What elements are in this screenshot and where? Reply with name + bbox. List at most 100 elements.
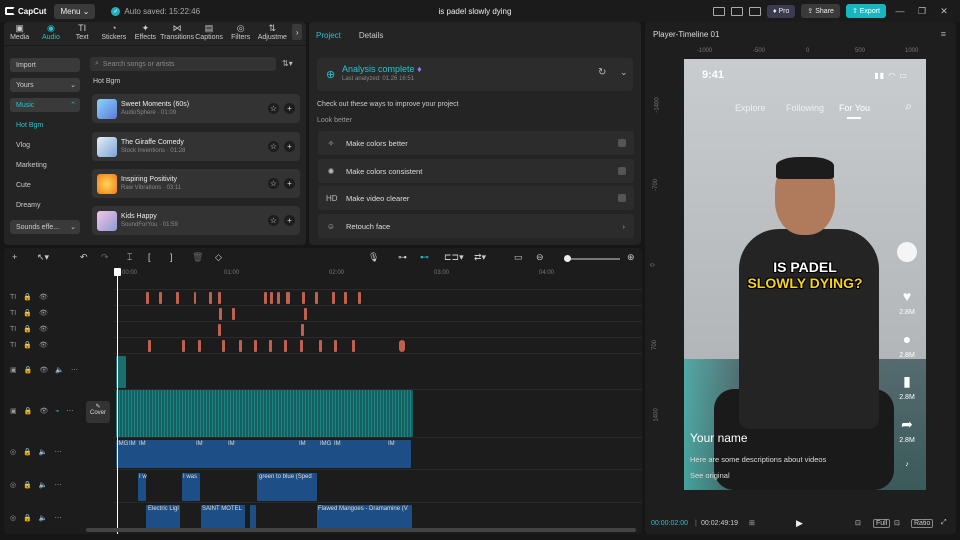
image-clip-group[interactable] xyxy=(116,440,411,468)
list-item[interactable]: Inspiring Positivity Raw Vibrations · 03:… xyxy=(92,169,300,198)
text-clip[interactable] xyxy=(399,340,405,352)
lock-icon[interactable]: 🔒 xyxy=(23,481,32,489)
speaker-icon[interactable]: 🔈 xyxy=(39,448,48,456)
filter-sort-icon[interactable]: ⇅▾ xyxy=(282,59,293,68)
ratio-button[interactable]: Ratio xyxy=(911,518,934,528)
option-make-colors-consistent[interactable]: ✺ Make colors consistent xyxy=(318,159,634,183)
more-icon[interactable]: ⋯ xyxy=(66,407,73,415)
tab-details[interactable]: Details xyxy=(359,31,383,40)
eye-icon[interactable]: 👁 xyxy=(39,325,48,333)
add-icon[interactable]: + xyxy=(284,103,295,114)
list-item[interactable]: The Giraffe Comedy Stock Inventions · 01:… xyxy=(92,132,300,161)
lock-icon[interactable]: 🔒 xyxy=(24,407,33,415)
text-clip[interactable] xyxy=(315,292,318,304)
text-clip[interactable] xyxy=(302,292,305,304)
more-icon[interactable]: ⋯ xyxy=(55,514,62,522)
speaker-icon[interactable]: 🔈 xyxy=(39,481,48,489)
chevron-down-icon[interactable]: ⌄ xyxy=(620,67,628,78)
pro-button[interactable]: ♦ Pro xyxy=(766,4,796,18)
eye-icon[interactable]: 👁 xyxy=(39,293,48,301)
playhead-handle[interactable] xyxy=(114,268,121,276)
auto-snap-icon[interactable]: ⇄▾ xyxy=(474,252,486,263)
text-clip[interactable] xyxy=(146,292,149,304)
tab-project[interactable]: Project xyxy=(316,31,341,40)
text-clip[interactable] xyxy=(284,340,287,352)
video-clip[interactable] xyxy=(116,390,413,437)
favorite-star-icon[interactable]: ☆ xyxy=(268,215,279,226)
tool-adjustment[interactable]: ⇅ Adjustme xyxy=(258,24,287,43)
lock-icon[interactable]: 🔒 xyxy=(23,341,32,349)
text-clip[interactable] xyxy=(269,340,272,352)
tool-media[interactable]: ▣ Media xyxy=(8,24,31,43)
enhance-icon[interactable]: ⊡ xyxy=(855,519,861,527)
text-clip[interactable] xyxy=(301,324,304,336)
text-clip[interactable] xyxy=(334,340,337,352)
menu-icon[interactable]: ≡ xyxy=(941,29,946,39)
text-clip[interactable] xyxy=(209,292,212,304)
export-button[interactable]: ⇧ Export xyxy=(845,4,886,18)
sidebar-item-hot-bgm[interactable]: Hot Bgm xyxy=(10,118,80,132)
text-clip[interactable] xyxy=(194,292,196,304)
minimize-icon[interactable]: — xyxy=(892,6,908,16)
option-make-video-clearer[interactable]: HD Make video clearer xyxy=(318,186,634,210)
text-clip[interactable] xyxy=(239,340,242,352)
more-icon[interactable]: ⋯ xyxy=(71,366,78,374)
crop-icon[interactable]: ⊡ xyxy=(894,519,900,527)
toolbar-next-button[interactable]: › xyxy=(292,24,303,40)
split-icon[interactable]: ⌶ xyxy=(127,252,132,263)
tool-stickers[interactable]: ◔ Stickers xyxy=(101,24,126,43)
text-clip[interactable] xyxy=(319,340,322,352)
split-right-icon[interactable]: ] xyxy=(170,252,173,262)
zoom-slider-track[interactable] xyxy=(570,258,620,260)
screen-icon[interactable]: ▭ xyxy=(514,252,523,263)
audio-clip[interactable] xyxy=(250,505,256,529)
eye-icon[interactable]: 👁 xyxy=(39,407,48,415)
text-clip[interactable] xyxy=(176,292,179,304)
option-make-colors-better[interactable]: ✧ Make colors better xyxy=(318,131,634,155)
list-item[interactable]: Sweet Moments (60s) AudioSphere · 01:09 ☆… xyxy=(92,94,300,123)
fullscreen-icon[interactable]: ⤢ xyxy=(941,519,947,527)
text-clip[interactable] xyxy=(219,308,222,320)
text-clip[interactable] xyxy=(254,340,257,352)
more-icon[interactable]: ⋯ xyxy=(55,481,62,489)
text-clip[interactable] xyxy=(198,340,201,352)
redo-icon[interactable]: ↷ xyxy=(101,252,109,263)
undo-icon[interactable]: ↶ xyxy=(80,252,88,263)
text-clip[interactable] xyxy=(222,340,225,352)
list-item[interactable]: Kids Happy SoundForYou · 01:59 ☆ + xyxy=(92,206,300,235)
preview-axis-icon[interactable]: ⊏⊐▾ xyxy=(444,252,464,263)
text-clip[interactable] xyxy=(304,308,307,320)
marker-icon[interactable]: ◇ xyxy=(215,252,222,263)
favorite-star-icon[interactable]: ☆ xyxy=(268,141,279,152)
lock-icon[interactable]: 🔒 xyxy=(23,309,32,317)
zoom-out-icon[interactable]: ⊖ xyxy=(536,252,544,263)
maximize-icon[interactable]: ❐ xyxy=(914,6,930,17)
more-icon[interactable]: ⋯ xyxy=(55,448,62,456)
tool-filters[interactable]: ◎ Filters xyxy=(229,24,252,43)
audio-link-icon[interactable]: ⌁ xyxy=(55,407,59,415)
sidebar-item-vlog[interactable]: Vlog xyxy=(10,138,80,152)
text-clip[interactable] xyxy=(218,292,221,304)
eye-icon[interactable]: 👁 xyxy=(39,309,48,317)
add-track-icon[interactable]: + xyxy=(12,252,17,262)
text-clip[interactable] xyxy=(232,308,235,320)
eye-icon[interactable]: 👁 xyxy=(39,341,48,349)
favorite-star-icon[interactable]: ☆ xyxy=(268,178,279,189)
sidebar-item-import[interactable]: Import xyxy=(10,58,80,72)
add-icon[interactable]: + xyxy=(284,215,295,226)
text-clip[interactable] xyxy=(182,340,185,352)
zoom-slider-handle[interactable] xyxy=(564,255,571,262)
tool-transitions[interactable]: ⋈ Transitions xyxy=(160,24,194,43)
lock-icon[interactable]: 🔒 xyxy=(23,293,32,301)
list-icon[interactable] xyxy=(748,6,761,16)
magnet-icon[interactable]: ⊷ xyxy=(420,252,429,263)
text-clip[interactable] xyxy=(218,324,221,336)
cover-button[interactable]: ✎ Cover xyxy=(86,401,110,423)
split-left-icon[interactable]: [ xyxy=(148,252,151,262)
lock-icon[interactable]: 🔒 xyxy=(23,448,32,456)
sidebar-item-marketing[interactable]: Marketing xyxy=(10,158,80,172)
shortcuts-icon[interactable] xyxy=(730,6,743,16)
full-button[interactable]: Full xyxy=(873,518,891,528)
delete-icon[interactable]: 🗑 xyxy=(192,252,203,263)
video-preview[interactable]: 9:41 ▮▮ ◠ ▭ Explore Following For You ⌕ … xyxy=(684,59,926,490)
